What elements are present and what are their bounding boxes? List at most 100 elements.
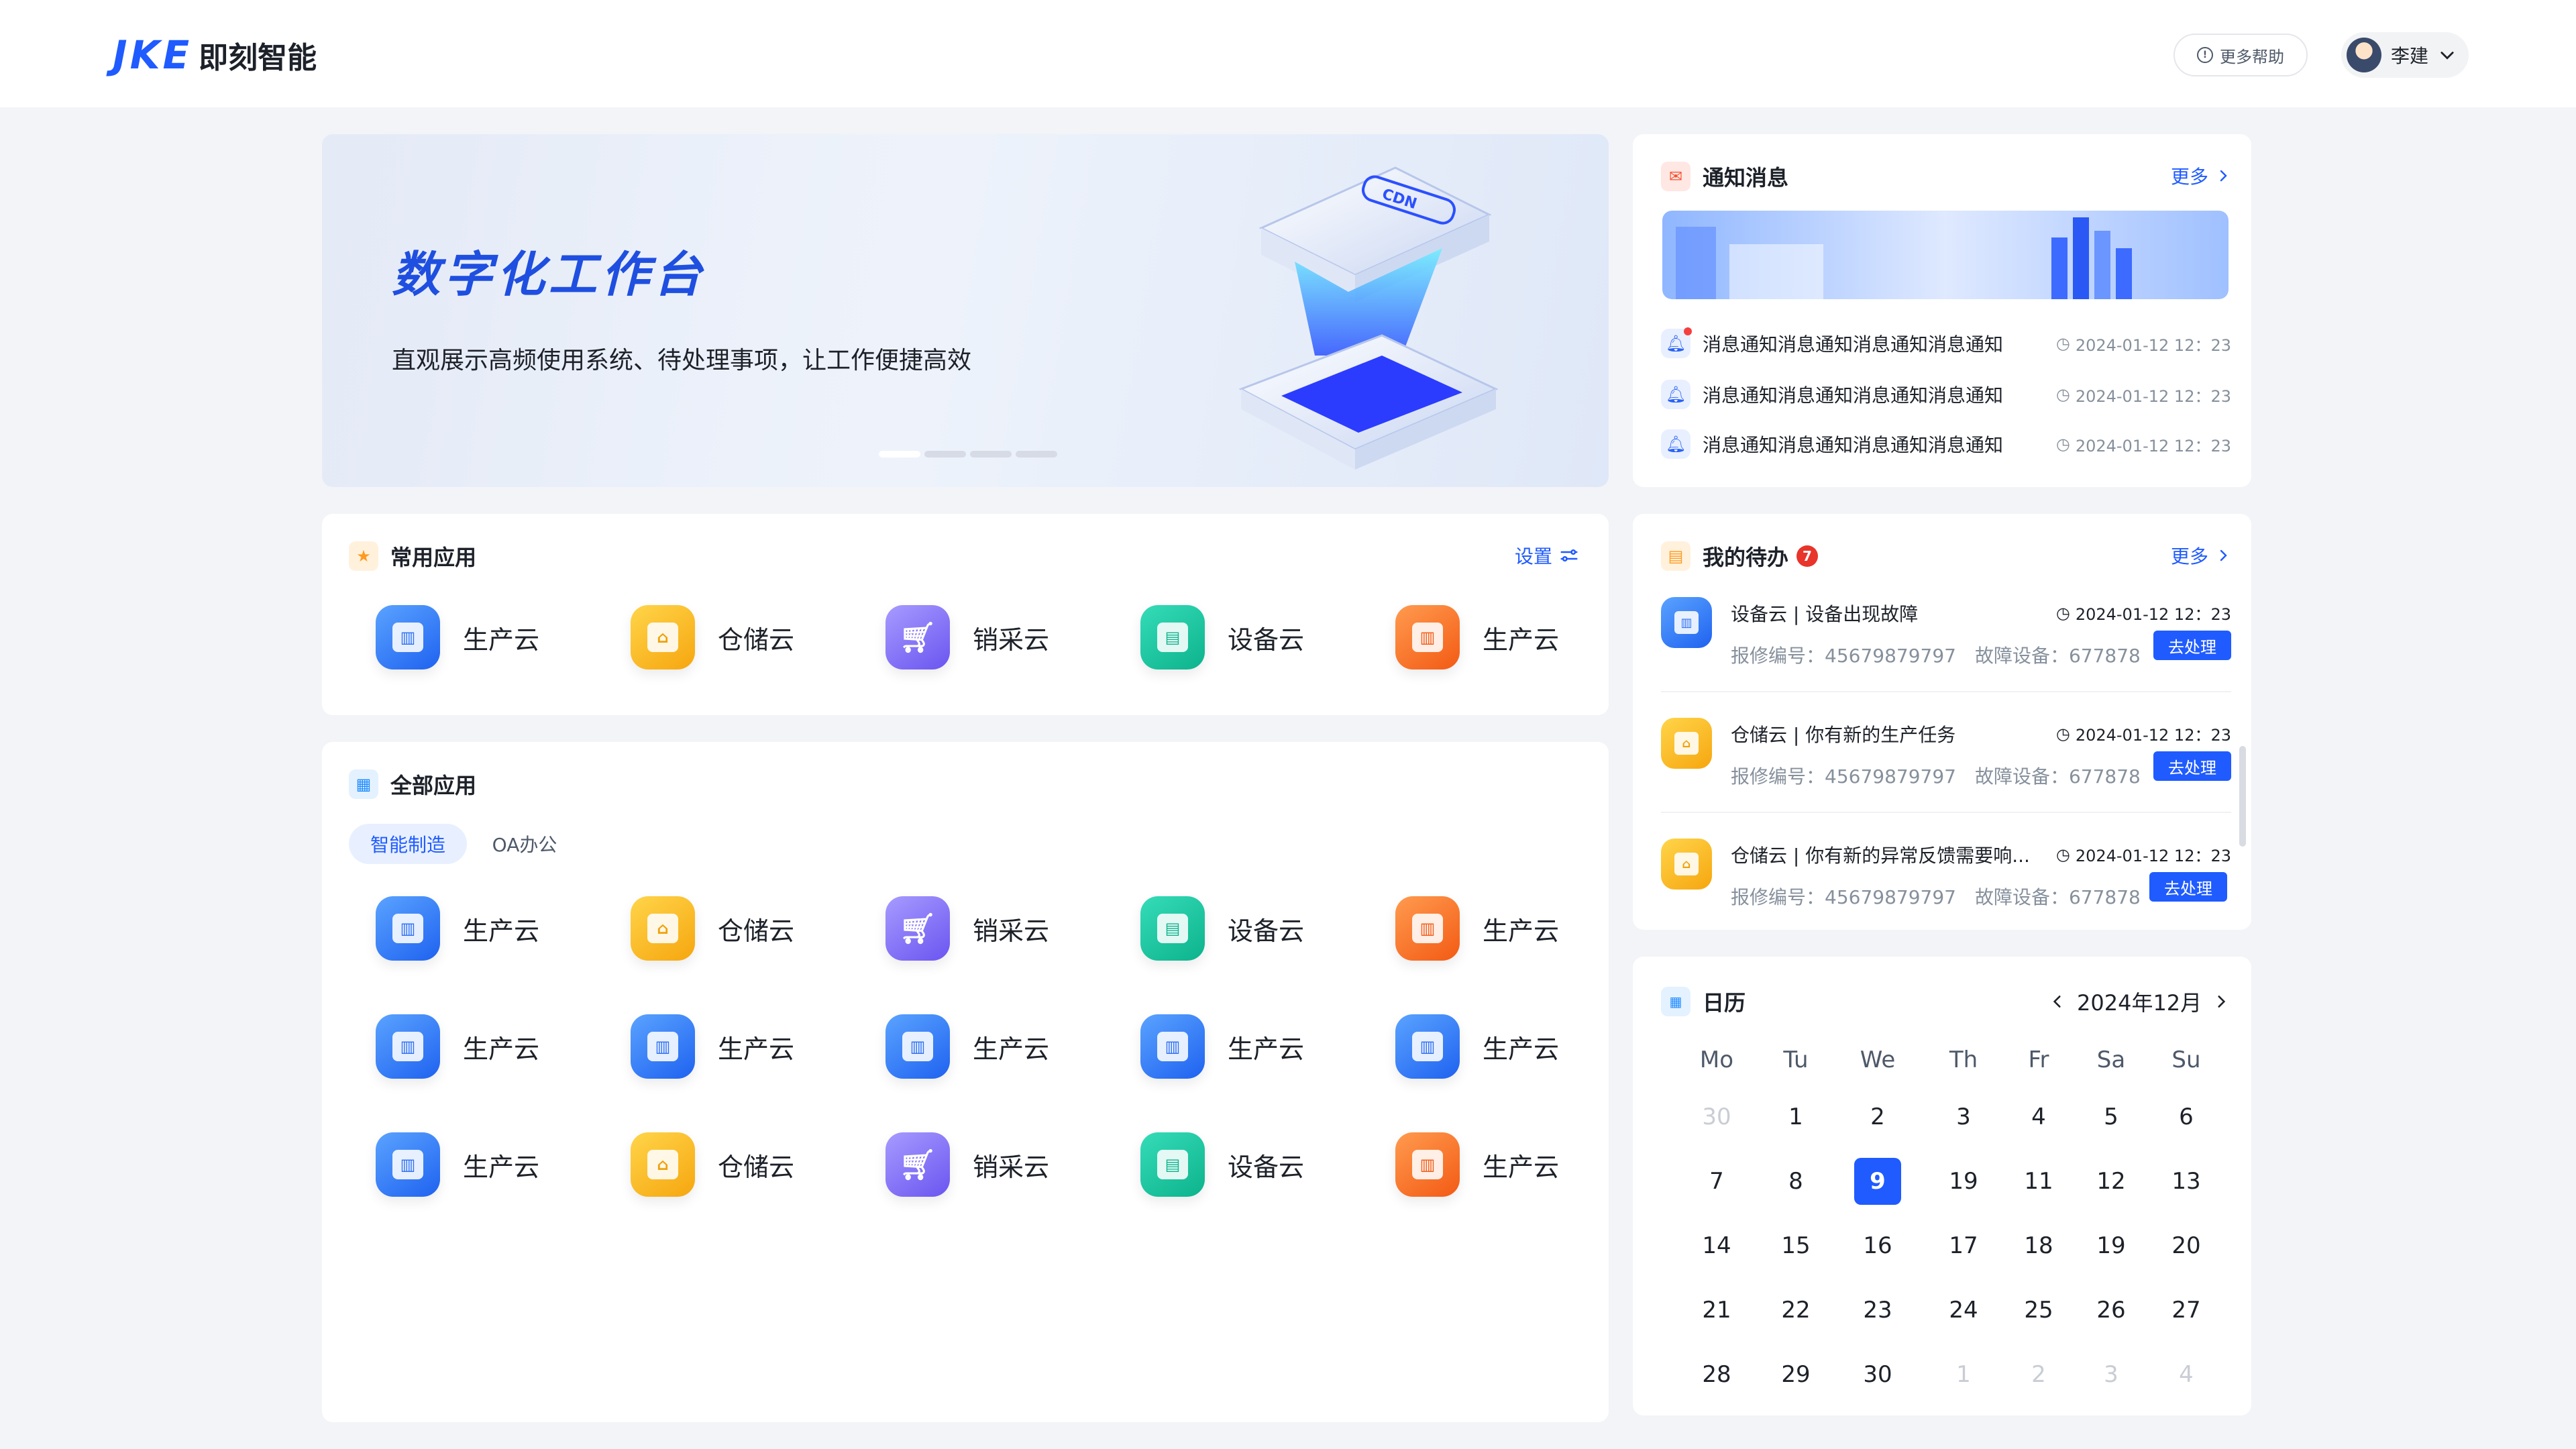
notices-title: ✉ 通知消息 [1661,161,1788,192]
todo-item[interactable]: ⌂ 仓储云 | 你有新的异常反馈需要响... ◷ 2024-01-12 12：23… [1661,839,2231,939]
todo-more-link[interactable]: 更多 [2171,542,2231,569]
avatar [2347,38,2381,72]
calendar-day[interactable]: 4 [2015,1093,2062,1140]
calendar-day[interactable]: 19 [2088,1222,2135,1269]
app-label: 设备云 [1228,916,1305,946]
app-item[interactable]: ▥ 生产云 [1395,1014,1559,1079]
calendar-title: ▦ 日历 [1661,986,1746,1017]
hero-banner[interactable]: 数字化工作台 直观展示高频使用系统、待处理事项，让工作便捷高效 CDN [322,134,1609,487]
production-cloud-icon: ▥ [631,1014,695,1079]
app-item[interactable]: ⌂ 仓储云 [631,896,794,961]
calendar-day[interactable]: 28 [1693,1351,1740,1398]
process-button[interactable]: 去处理 [2149,872,2227,902]
calendar-day[interactable]: 30 [1693,1093,1740,1140]
weekday-label: Fr [2028,1046,2049,1073]
common-app-item[interactable]: 🛒︎ 销采云 [885,605,1049,669]
app-item[interactable]: ▥ 生产云 [1395,1132,1559,1197]
calendar-day[interactable]: 2 [1854,1093,1901,1140]
notice-item[interactable]: 🔔︎ 消息通知消息通知消息通知消息通知 ◷ 2024-01-12 12：23 [1661,374,2231,415]
calendar-day[interactable]: 1 [1772,1093,1819,1140]
todo-title-text: 我的待办 [1703,545,1789,570]
weekday-label: Th [1949,1046,1978,1073]
tab-smart-manufacturing[interactable]: 智能制造 [349,824,467,864]
calendar-day[interactable]: 14 [1693,1222,1740,1269]
calendar-day[interactable]: 11 [2015,1158,2062,1205]
common-app-item[interactable]: ▥ 生产云 [1395,605,1559,669]
calendar-day[interactable]: 1 [1940,1351,1987,1398]
brand-name: 即刻智能 [199,41,317,75]
calendar-day[interactable]: 25 [2015,1287,2062,1334]
app-item[interactable]: ▥ 生产云 [885,1014,1049,1079]
calendar-day[interactable]: 27 [2163,1287,2210,1334]
common-app-item[interactable]: ⌂ 仓储云 [631,605,794,669]
settings-link[interactable]: 设置 [1515,542,1579,569]
app-item[interactable]: ⌂ 仓储云 [631,1132,794,1197]
app-item[interactable]: ▥ 生产云 [376,1014,539,1079]
tab-oa-office[interactable]: OA办公 [478,824,572,864]
calendar-day[interactable]: 21 [1693,1287,1740,1334]
calendar-day[interactable]: 22 [1772,1287,1819,1334]
calendar-day[interactable]: 24 [1940,1287,1987,1334]
app-item[interactable]: 🛒︎ 销采云 [885,896,1049,961]
calendar-day[interactable]: 23 [1854,1287,1901,1334]
carousel-dot[interactable] [924,451,966,458]
todo-scrollbar[interactable] [2239,746,2246,847]
clock-icon: ◷ [2055,334,2070,353]
calendar-day[interactable]: 20 [2163,1222,2210,1269]
carousel-dot[interactable] [970,451,1012,458]
process-button[interactable]: 去处理 [2153,631,2231,660]
user-menu[interactable]: 李建 [2341,32,2469,78]
production-cloud-icon: ▥ [885,1014,950,1079]
production-cloud-icon: ▥ [376,896,440,961]
notice-item[interactable]: 🔔︎ 消息通知消息通知消息通知消息通知 ◷ 2024-01-12 12：23 [1661,323,2231,364]
calendar-day-selected[interactable]: 9 [1854,1158,1901,1205]
calendar-day[interactable]: 15 [1772,1222,1819,1269]
chevron-right-icon[interactable] [2212,993,2230,1010]
calendar-day[interactable]: 17 [1940,1222,1987,1269]
settings-label: 设置 [1515,545,1553,568]
app-item[interactable]: ▥ 生产云 [376,896,539,961]
calendar-day[interactable]: 2 [2015,1351,2062,1398]
app-item[interactable]: ▥ 生产云 [1140,1014,1304,1079]
help-button[interactable]: ! 更多帮助 [2174,34,2308,76]
calendar-day[interactable]: 3 [1940,1093,1987,1140]
production-cloud-icon: ▥ [1395,605,1460,669]
todo-item-time: ◷ 2024-01-12 12：23 [2056,722,2231,745]
common-app-item[interactable]: ▥ 生产云 [376,605,539,669]
calendar-day[interactable]: 26 [2088,1287,2135,1334]
calendar-day[interactable]: 12 [2088,1158,2135,1205]
app-item[interactable]: 🛒︎ 销采云 [885,1132,1049,1197]
calendar-day[interactable]: 29 [1772,1351,1819,1398]
calendar-day[interactable]: 3 [2088,1351,2135,1398]
calendar-day[interactable]: 16 [1854,1222,1901,1269]
todo-item[interactable]: ⌂ 仓储云 | 你有新的生产任务 ◷ 2024-01-12 12：23 报修编号：… [1661,718,2231,818]
carousel-indicators[interactable] [879,451,1057,458]
app-item[interactable]: ▤ 设备云 [1140,1132,1304,1197]
calendar-day[interactable]: 30 [1854,1351,1901,1398]
calendar-day[interactable]: 6 [2163,1093,2210,1140]
calendar-day[interactable]: 13 [2163,1158,2210,1205]
app-item[interactable]: ▥ 生产云 [631,1014,794,1079]
carousel-dot[interactable] [879,451,920,458]
warehouse-cloud-icon: ⌂ [1661,839,1712,890]
logo[interactable]: JKE 即刻智能 [113,32,317,78]
calendar-day[interactable]: 19 [1940,1158,1987,1205]
todo-item[interactable]: ▥ 设备云 | 设备出现故障 ◷ 2024-01-12 12：23 报修编号：45… [1661,597,2231,698]
common-app-item[interactable]: ▤ 设备云 [1140,605,1304,669]
carousel-dot[interactable] [1016,451,1057,458]
warehouse-cloud-icon: ⌂ [1661,718,1712,769]
app-item[interactable]: ▥ 生产云 [376,1132,539,1197]
calendar-day[interactable]: 4 [2163,1351,2210,1398]
calendar-day[interactable]: 7 [1693,1158,1740,1205]
process-button[interactable]: 去处理 [2153,751,2231,781]
calendar-day[interactable]: 18 [2015,1222,2062,1269]
chevron-left-icon[interactable] [2049,993,2066,1010]
calendar-day[interactable]: 8 [1772,1158,1819,1205]
app-item[interactable]: ▤ 设备云 [1140,896,1304,961]
notice-item[interactable]: 🔔︎ 消息通知消息通知消息通知消息通知 ◷ 2024-01-12 12：23 [1661,424,2231,464]
app-item[interactable]: ▥ 生产云 [1395,896,1559,961]
notices-more-link[interactable]: 更多 [2171,162,2231,189]
notice-time-text: 2024-01-12 12：23 [2075,436,2231,455]
calendar-day[interactable]: 5 [2088,1093,2135,1140]
unread-dot [1684,327,1692,335]
